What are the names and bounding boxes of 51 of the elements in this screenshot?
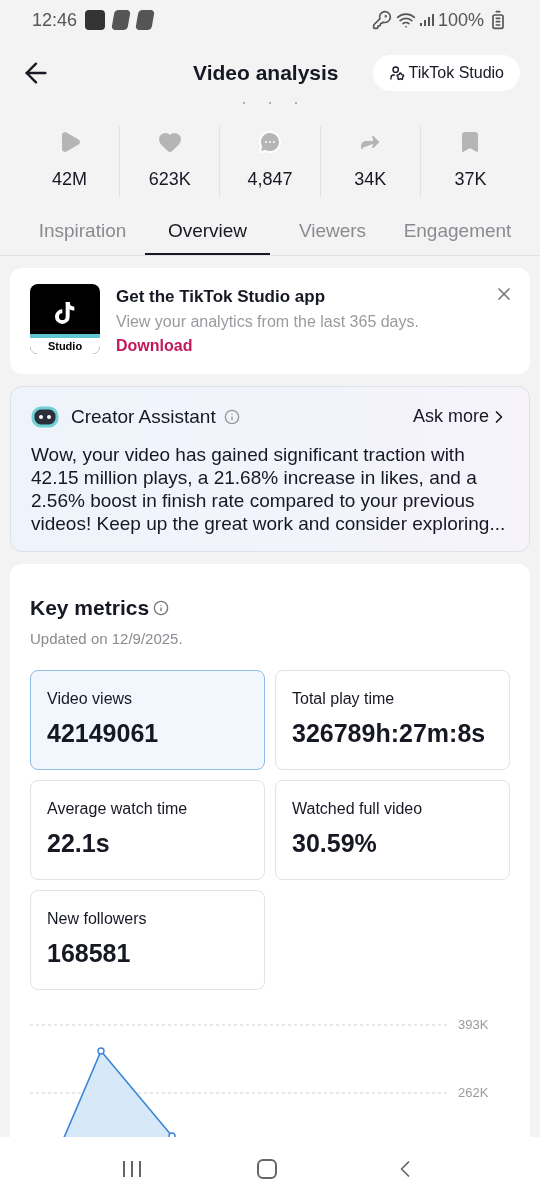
- logo-label: Studio: [47, 339, 83, 352]
- updated-date: Updated on 12/9/2025.: [30, 628, 184, 649]
- metric-value: 42149061: [47, 718, 160, 749]
- assistant-summary: Wow, your video has gained significant traction with 42.15 million plays, a 21.68% increase in likes, and a 2.56% boost in finish rate compared to your previous videos! Keep up the great work and consider exploring...: [31, 443, 507, 535]
- metric-card[interactable]: New followers 168581: [30, 890, 265, 990]
- info-icon[interactable]: [153, 599, 170, 616]
- data-point: [97, 1047, 105, 1055]
- metric-card[interactable]: Video views 42149061: [30, 670, 265, 770]
- comment-icon: [258, 130, 282, 154]
- axis-label: 262K: [458, 1085, 489, 1100]
- metric-card[interactable]: Total play time 326789h:27m:8s: [275, 670, 510, 770]
- metric-label: New followers: [47, 909, 148, 929]
- metric-label: Average watch time: [47, 799, 189, 819]
- tiktok-studio-button[interactable]: TikTok Studio: [372, 55, 520, 91]
- signal-icon: [419, 13, 434, 27]
- user-star-icon: [388, 65, 405, 81]
- page-title: Video analysis: [193, 60, 339, 87]
- section-title: Key metrics: [30, 595, 150, 621]
- recent-apps-icon[interactable]: [121, 1158, 143, 1179]
- metric-card[interactable]: Average watch time 22.1s: [30, 780, 265, 880]
- stat-value: 42M: [52, 168, 88, 191]
- metric-value: 326789h:27m:8s: [292, 718, 487, 749]
- info-icon[interactable]: [223, 408, 240, 425]
- heart-icon: [157, 130, 182, 154]
- app-notification-icon: [85, 10, 106, 30]
- axis-label: 393K: [458, 1017, 489, 1032]
- stat-value: 4,847: [247, 168, 293, 191]
- home-button[interactable]: [257, 1158, 277, 1179]
- stat-value: 37K: [454, 168, 487, 191]
- ask-more-button[interactable]: Ask more: [412, 403, 509, 431]
- download-link[interactable]: Download: [116, 333, 419, 358]
- metric-label: Video views: [47, 689, 134, 709]
- app-notification-icon: [111, 10, 131, 30]
- metric-card[interactable]: Watched full video 30.59%: [275, 780, 510, 880]
- stat-value: 623K: [148, 168, 191, 191]
- status-time: 12:46: [32, 8, 78, 32]
- key-icon: [371, 10, 392, 30]
- assistant-title: Creator Assistant: [71, 404, 216, 429]
- battery-level: 100%: [437, 8, 484, 32]
- promo-title: Get the TikTok Studio app: [116, 286, 327, 308]
- metric-label: Total play time: [292, 689, 396, 709]
- metric-value: 30.59%: [292, 828, 378, 859]
- app-notification-icon: [135, 10, 155, 30]
- metric-label: Watched full video: [292, 799, 424, 819]
- robot-icon: [31, 405, 59, 428]
- tab[interactable]: Overview: [145, 209, 270, 255]
- metric-value: 168581: [47, 938, 132, 969]
- metric-value: 22.1s: [47, 828, 111, 859]
- wifi-icon: [395, 10, 416, 30]
- promo-subtitle: View your analytics from the last 365 days.: [116, 311, 419, 332]
- stat-value: 34K: [354, 168, 387, 191]
